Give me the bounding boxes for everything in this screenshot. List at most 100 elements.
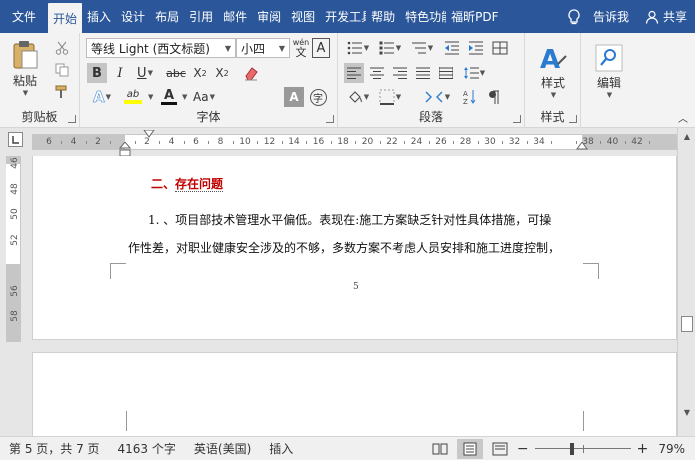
paragraph-line-2[interactable]: 作性差，对职业健康安全涉及的不够，多数方案不考虑人员安排和施工进度控制， [128, 239, 560, 256]
page-6[interactable] [32, 352, 677, 436]
crop-mark-top-left [126, 411, 127, 431]
scroll-down-button[interactable]: ▼ [681, 406, 693, 418]
vruler-tick-label: 48 [10, 182, 20, 195]
vertical-scrollbar[interactable]: ▲ ▼ [677, 128, 695, 436]
justify-button[interactable] [413, 63, 433, 83]
text-effects-button[interactable]: A ▼ [88, 87, 116, 107]
borders-button[interactable]: ▼ [376, 87, 404, 107]
font-size-combo[interactable]: 小四 ▼ [236, 38, 290, 58]
first-line-indent-marker-icon[interactable] [143, 130, 155, 138]
read-mode-button[interactable] [427, 439, 453, 459]
zoom-slider[interactable] [534, 442, 631, 456]
word-count-status[interactable]: 4163 个字 [109, 440, 185, 457]
change-case-glyph: Aa [193, 90, 209, 104]
tab-list: 文件开始插入设计布局引用邮件审阅视图开发工具帮助特色功能福昕PDF [0, 0, 504, 33]
scissors-icon [55, 41, 69, 55]
highlight-dropdown-icon[interactable]: ▼ [148, 93, 153, 101]
paragraph-launcher-icon[interactable] [513, 115, 521, 123]
tab-7[interactable]: 审阅 [252, 0, 286, 33]
chevron-down-icon: ▼ [224, 43, 231, 53]
distributed-button[interactable] [436, 63, 456, 83]
decrease-indent-button[interactable] [442, 39, 462, 57]
sort-button[interactable]: ▼ [422, 87, 452, 107]
align-left-button[interactable] [344, 63, 364, 83]
caret-up-icon: ▲ [683, 131, 691, 141]
web-layout-button[interactable] [487, 439, 513, 459]
cut-button[interactable] [52, 39, 72, 57]
print-layout-button[interactable] [456, 438, 483, 459]
zoom-level[interactable]: 79% [650, 442, 695, 456]
ruler-minor-tick [208, 141, 209, 144]
show-marks-button[interactable] [484, 87, 504, 107]
collapse-ribbon-button[interactable]: ︿ [676, 111, 690, 125]
superscript-button[interactable]: X2 [212, 63, 232, 83]
scroll-thumb[interactable] [681, 316, 693, 332]
increase-indent-button[interactable] [466, 39, 486, 57]
font-group: 等线 Light (西文标题) ▼ 小四 ▼ wén 文 A B I U ▼ ab… [80, 33, 338, 128]
page-count-status[interactable]: 第 5 页，共 7 页 [0, 440, 109, 457]
scroll-up-button[interactable]: ▲ [681, 130, 693, 142]
ruler-minor-tick [110, 141, 111, 144]
tab-11[interactable]: 特色功能 [400, 0, 446, 33]
tab-5[interactable]: 引用 [184, 0, 218, 33]
ruler-minor-tick [134, 141, 136, 144]
copy-button[interactable] [52, 61, 72, 79]
tab-1[interactable]: 开始 [48, 3, 83, 33]
underline-button[interactable]: U ▼ [132, 63, 158, 83]
multilevel-list-button[interactable]: ▼ [408, 39, 436, 57]
sort-az-button[interactable]: AZ [460, 87, 480, 107]
tab-8[interactable]: 视图 [286, 0, 320, 33]
section-heading[interactable]: 二、存在问题 [151, 175, 224, 192]
italic-button[interactable]: I [110, 63, 130, 83]
tab-selector-button[interactable] [8, 132, 23, 147]
tab-9[interactable]: 开发工具 [320, 0, 366, 33]
tell-me-search[interactable]: 告诉我 [559, 0, 637, 33]
font-color-button[interactable]: A [156, 87, 182, 107]
clipboard-launcher-icon[interactable] [68, 115, 76, 123]
strikethrough-button[interactable]: abc [164, 63, 188, 83]
font-launcher-icon[interactable] [326, 115, 334, 123]
phonetic-guide-button[interactable]: wén 文 [291, 36, 311, 60]
tab-12[interactable]: 福昕PDF [446, 0, 503, 33]
page-5[interactable]: 二、存在问题 1. 、项目部技术管理水平偏低。表现在:施工方案缺乏针对性具体措施… [32, 156, 677, 340]
enclose-characters-button[interactable]: 字 [308, 87, 328, 107]
font-name-combo[interactable]: 等线 Light (西文标题) ▼ [86, 38, 236, 58]
document-canvas[interactable]: 二、存在问题 1. 、项目部技术管理水平偏低。表现在:施工方案缺乏针对性具体措施… [22, 156, 677, 436]
insert-mode-status[interactable]: 插入 [260, 440, 302, 457]
format-painter-button[interactable] [52, 83, 72, 101]
zoom-out-button[interactable]: − [515, 441, 531, 457]
character-shading-button[interactable]: A [284, 87, 304, 107]
paragraph-line-1[interactable]: 1. 、项目部技术管理水平偏低。表现在:施工方案缺乏针对性具体措施，可操 [148, 211, 551, 228]
tab-0[interactable]: 文件 [0, 0, 48, 33]
bullets-button[interactable]: ▼ [344, 39, 372, 57]
highlight-button[interactable]: ab [118, 87, 148, 107]
line-spacing-button[interactable]: ▼ [460, 63, 488, 83]
align-right-button[interactable] [390, 63, 410, 83]
tab-4[interactable]: 布局 [150, 0, 184, 33]
font-color-dropdown-icon[interactable]: ▼ [182, 93, 187, 101]
character-border-button[interactable]: A [312, 38, 330, 58]
zoom-in-button[interactable]: + [635, 441, 651, 457]
bold-button[interactable]: B [87, 63, 107, 83]
align-center-button[interactable] [367, 63, 387, 83]
change-case-button[interactable]: Aa ▼ [188, 87, 220, 107]
tab-6[interactable]: 邮件 [218, 0, 252, 33]
tab-10[interactable]: 帮助 [366, 0, 400, 33]
chinese-layout-button[interactable] [490, 39, 510, 57]
share-button[interactable]: 共享 [637, 0, 695, 33]
paste-button[interactable]: 粘贴 ▼ [6, 38, 44, 98]
tab-3[interactable]: 设计 [116, 0, 150, 33]
right-indent-marker-icon[interactable] [576, 142, 588, 150]
language-status[interactable]: 英语(美国) [185, 440, 260, 457]
clear-formatting-button[interactable] [240, 63, 262, 83]
numbering-button[interactable]: ▼ [376, 39, 404, 57]
distributed-icon [439, 67, 453, 79]
editing-button[interactable]: 编辑 ▼ [587, 38, 631, 104]
tab-2[interactable]: 插入 [82, 0, 116, 33]
zoom-slider-thumb[interactable] [569, 442, 574, 455]
subscript-button[interactable]: X2 [190, 63, 210, 83]
section-heading-text: 存在问题 [175, 177, 224, 192]
shading-button[interactable]: ▼ [344, 87, 372, 107]
styles-launcher-icon[interactable] [569, 115, 577, 123]
styles-gallery-button[interactable]: A 样式 ▼ [531, 38, 575, 104]
